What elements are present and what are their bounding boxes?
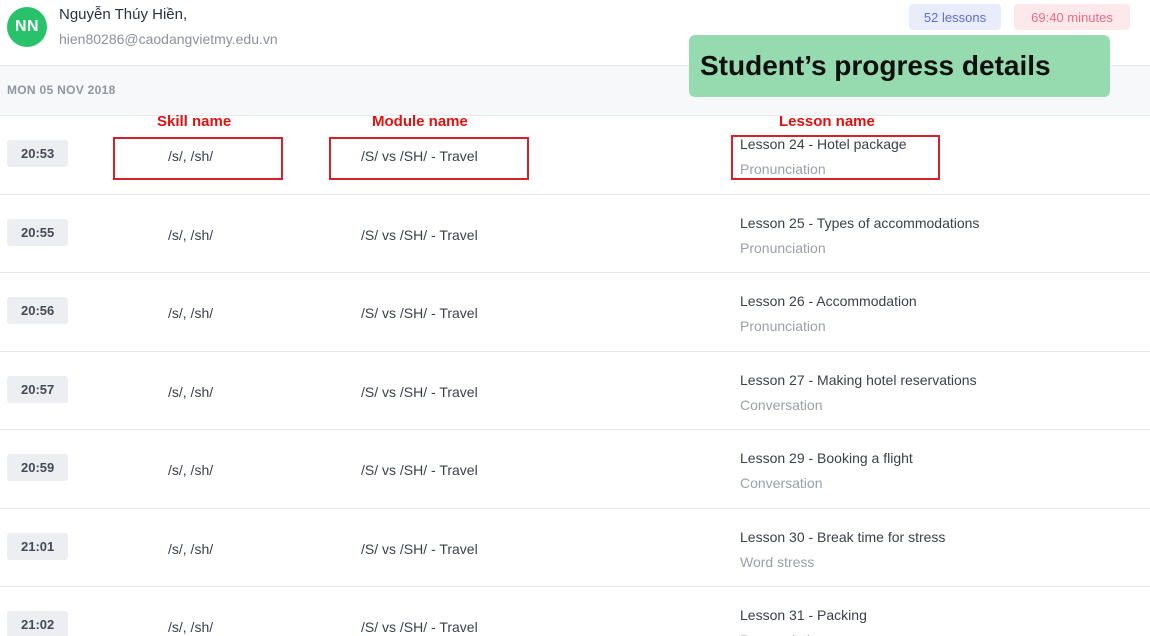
student-email: hien80286@caodangvietmy.edu.vn	[59, 31, 278, 47]
skill-name-annotation: Skill name	[157, 113, 232, 130]
lesson-name: Lesson 30 - Break time for stress	[740, 528, 946, 545]
module-highlight-box	[329, 137, 529, 180]
avatar: NN	[7, 7, 47, 47]
progress-row[interactable]: 21:02 /s/, /sh/ /S/ vs /SH/ - Travel Les…	[0, 587, 1150, 636]
lesson-name: Lesson 26 - Accommodation	[740, 293, 917, 309]
module-name-annotation: Module name	[372, 113, 468, 130]
lesson-type: Word stress	[740, 553, 815, 570]
time-chip: 20:56	[7, 297, 69, 324]
skill-name: /s/, /sh/	[168, 226, 214, 243]
progress-row[interactable]: 20:55 /s/, /sh/ /S/ vs /SH/ - Travel Les…	[0, 195, 1150, 273]
progress-row[interactable]: 20:56 /s/, /sh/ /S/ vs /SH/ - Travel Les…	[0, 273, 1150, 352]
lesson-type: Conversation	[740, 475, 823, 491]
module-name: /S/ vs /SH/ - Travel	[361, 305, 478, 321]
lesson-type: Pronunciation	[740, 239, 826, 256]
lesson-name: Lesson 27 - Making hotel reservations	[740, 371, 977, 388]
lesson-highlight-box	[731, 135, 940, 180]
module-name: /S/ vs /SH/ - Travel	[361, 226, 478, 243]
lesson-type: Pronunciation	[740, 318, 826, 334]
time-chip: 20:55	[7, 218, 69, 246]
skill-name: /s/, /sh/	[168, 305, 214, 321]
lesson-name-annotation: Lesson name	[779, 113, 875, 130]
lessons-count-badge: 52 lessons	[909, 4, 1001, 30]
skill-name: /s/, /sh/	[168, 462, 214, 478]
time-chip: 20:53	[7, 140, 69, 167]
lesson-name: Lesson 25 - Types of accommodations	[740, 214, 980, 231]
lesson-type: Conversation	[740, 396, 823, 413]
lesson-type: Pronunciation	[740, 632, 826, 636]
progress-row[interactable]: 21:01 /s/, /sh/ /S/ vs /SH/ - Travel Les…	[0, 509, 1150, 587]
student-name: Nguyễn Thúy Hiền,	[59, 6, 188, 23]
module-name: /S/ vs /SH/ - Travel	[361, 540, 478, 557]
minutes-total-badge: 69:40 minutes	[1014, 4, 1130, 30]
skill-name: /s/, /sh/	[168, 619, 214, 635]
time-chip: 21:02	[7, 611, 69, 636]
skill-highlight-box	[113, 137, 283, 180]
time-chip: 20:57	[7, 375, 69, 403]
module-name: /S/ vs /SH/ - Travel	[361, 619, 478, 635]
date-label: MON 05 NOV 2018	[7, 83, 116, 97]
lesson-name: Lesson 29 - Booking a flight	[740, 450, 913, 466]
module-name: /S/ vs /SH/ - Travel	[361, 462, 478, 478]
time-chip: 21:01	[7, 532, 69, 560]
progress-row[interactable]: 20:59 /s/, /sh/ /S/ vs /SH/ - Travel Les…	[0, 430, 1150, 509]
progress-list: 20:53 /s/, /sh/ /S/ vs /SH/ - Travel Les…	[0, 116, 1150, 636]
lesson-name: Lesson 31 - Packing	[740, 607, 867, 623]
module-name: /S/ vs /SH/ - Travel	[361, 383, 478, 400]
time-chip: 20:59	[7, 454, 69, 481]
skill-name: /s/, /sh/	[168, 540, 214, 557]
progress-details-banner: Student’s progress details	[689, 35, 1110, 97]
skill-name: /s/, /sh/	[168, 383, 214, 400]
progress-row[interactable]: 20:57 /s/, /sh/ /S/ vs /SH/ - Travel Les…	[0, 352, 1150, 430]
